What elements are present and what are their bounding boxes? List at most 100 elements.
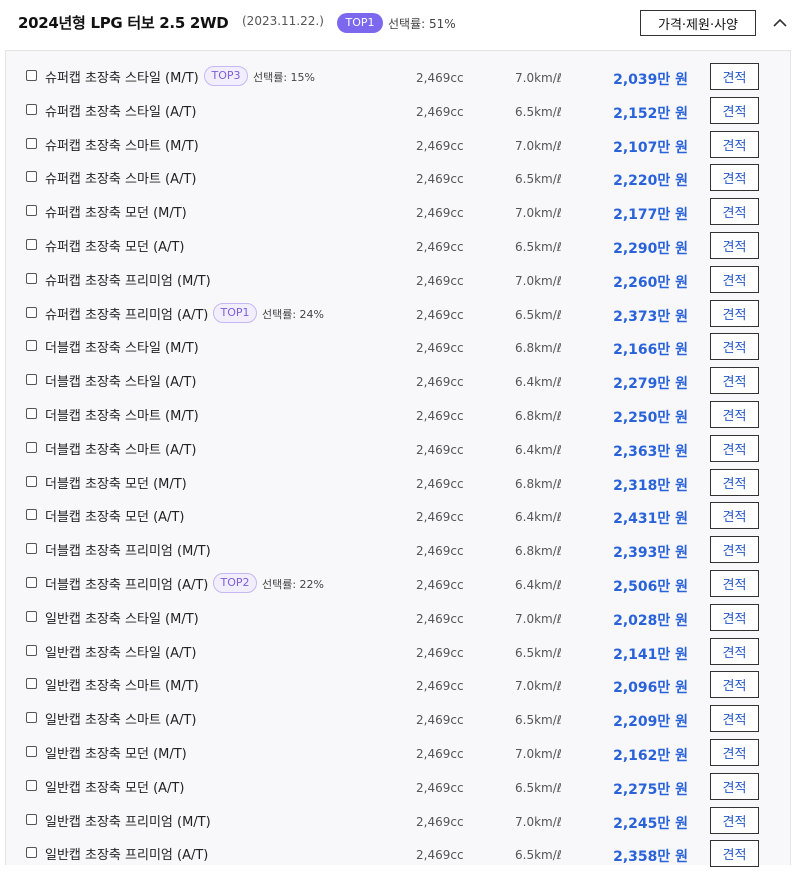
trim-name[interactable]: 더블캡 초장축 모던 (A/T)	[45, 506, 184, 525]
checkbox-icon[interactable]	[26, 306, 37, 318]
trim-name[interactable]: 슈퍼캡 초장축 스마트 (A/T)	[45, 168, 196, 187]
trim-price[interactable]: 2,245만 원	[608, 813, 688, 833]
trim-price[interactable]: 2,250만 원	[608, 407, 688, 427]
quote-button[interactable]: 견적	[710, 502, 759, 530]
quote-button[interactable]: 견적	[710, 570, 759, 597]
quote-button[interactable]: 견적	[710, 468, 759, 496]
quote-button[interactable]: 견적	[710, 232, 759, 259]
price-spec-button[interactable]: 가격·제원·사양	[640, 10, 756, 36]
trim-price[interactable]: 2,162만 원	[608, 745, 688, 765]
trim-price[interactable]: 2,177만 원	[608, 204, 688, 224]
checkbox-icon[interactable]	[26, 340, 37, 352]
checkbox-icon[interactable]	[26, 678, 37, 690]
checkbox-icon[interactable]	[26, 205, 37, 217]
trim-name[interactable]: 일반캡 초장축 스마트 (M/T)	[45, 675, 199, 694]
quote-button[interactable]: 견적	[710, 637, 759, 665]
checkbox-icon[interactable]	[26, 239, 37, 250]
trim-name[interactable]: 슈퍼캡 초장축 모던 (M/T)	[45, 202, 187, 221]
checkbox-icon[interactable]	[26, 813, 37, 825]
trim-price[interactable]: 2,166만 원	[608, 339, 688, 359]
trim-price[interactable]: 2,275만 원	[608, 779, 688, 799]
trim-name[interactable]: 더블캡 초장축 프리미엄 (M/T)	[45, 540, 211, 559]
checkbox-icon[interactable]	[26, 712, 37, 724]
selection-rate: 선택률: 15%	[253, 71, 316, 84]
trim-name[interactable]: 더블캡 초장축 모던 (M/T)	[45, 473, 187, 492]
trim-name[interactable]: 일반캡 초장축 프리미엄 (A/T)	[45, 844, 208, 863]
trim-name[interactable]: 슈퍼캡 초장축 모던 (A/T)	[45, 236, 184, 255]
checkbox-icon[interactable]	[26, 847, 37, 859]
trim-price[interactable]: 2,220만 원	[608, 170, 688, 190]
checkbox-icon[interactable]	[26, 70, 37, 81]
trim-name[interactable]: 슈퍼캡 초장축 스마트 (M/T)	[45, 135, 199, 154]
checkbox-icon[interactable]	[26, 509, 37, 521]
quote-button[interactable]: 견적	[710, 164, 759, 192]
trim-name[interactable]: 더블캡 초장축 프리미엄 (A/T)	[45, 574, 208, 593]
trim-name[interactable]: 슈퍼캡 초장축 스타일 (A/T)	[45, 101, 196, 120]
checkbox-icon[interactable]	[26, 171, 37, 183]
fuel-efficiency: 7.0km/ℓ	[515, 611, 562, 626]
trim-name[interactable]: 일반캡 초장축 모던 (A/T)	[45, 777, 184, 796]
trim-name[interactable]: 슈퍼캡 초장축 프리미엄 (M/T)	[45, 270, 211, 289]
quote-button[interactable]: 견적	[710, 63, 759, 90]
trim-name[interactable]: 더블캡 초장축 스타일 (M/T)	[45, 337, 199, 356]
checkbox-icon[interactable]	[26, 543, 37, 555]
quote-button[interactable]: 견적	[710, 840, 759, 868]
quote-button[interactable]: 견적	[710, 198, 759, 226]
trim-name[interactable]: 더블캡 초장축 스마트 (M/T)	[45, 405, 199, 424]
checkbox-icon[interactable]	[26, 408, 37, 419]
quote-button[interactable]: 견적	[710, 772, 759, 800]
checkbox-icon[interactable]	[26, 746, 37, 757]
trim-price[interactable]: 2,152만 원	[608, 103, 688, 123]
trim-name[interactable]: 슈퍼캡 초장축 스타일 (M/T)	[45, 67, 199, 86]
quote-button[interactable]: 견적	[710, 671, 759, 699]
checkbox-icon[interactable]	[26, 441, 37, 453]
trim-price[interactable]: 2,393만 원	[608, 542, 688, 562]
trim-price[interactable]: 2,373만 원	[608, 306, 688, 326]
trim-price[interactable]: 2,141만 원	[608, 644, 688, 664]
trim-price[interactable]: 2,209만 원	[608, 711, 688, 731]
trim-name[interactable]: 일반캡 초장축 프리미엄 (M/T)	[45, 811, 211, 830]
trim-name[interactable]: 일반캡 초장축 스타일 (M/T)	[45, 608, 199, 627]
quote-button[interactable]: 견적	[710, 333, 759, 361]
quote-button[interactable]: 견적	[710, 806, 759, 834]
quote-button[interactable]: 견적	[710, 265, 759, 293]
quote-button[interactable]: 견적	[710, 299, 759, 327]
trim-name[interactable]: 더블캡 초장축 스마트 (A/T)	[45, 439, 196, 458]
trim-price[interactable]: 2,028만 원	[608, 610, 688, 630]
trim-price[interactable]: 2,358만 원	[608, 846, 688, 866]
checkbox-icon[interactable]	[26, 374, 37, 386]
checkbox-icon[interactable]	[26, 779, 37, 791]
quote-button[interactable]: 견적	[710, 536, 759, 564]
trim-price[interactable]: 2,290만 원	[608, 238, 688, 258]
checkbox-icon[interactable]	[26, 577, 37, 588]
trim-name[interactable]: 일반캡 초장축 스타일 (A/T)	[45, 642, 196, 661]
checkbox-icon[interactable]	[26, 137, 37, 149]
checkbox-icon[interactable]	[26, 272, 37, 284]
quote-button[interactable]: 견적	[710, 603, 759, 631]
trim-price[interactable]: 2,506만 원	[608, 576, 688, 596]
trim-price[interactable]: 2,318만 원	[608, 475, 688, 495]
checkbox-icon[interactable]	[26, 644, 37, 656]
trim-name[interactable]: 일반캡 초장축 스마트 (A/T)	[45, 709, 196, 728]
trim-name[interactable]: 더블캡 초장축 스타일 (A/T)	[45, 371, 196, 390]
trim-price[interactable]: 2,096만 원	[608, 677, 688, 697]
quote-button[interactable]: 견적	[710, 739, 759, 766]
quote-button[interactable]: 견적	[710, 705, 759, 733]
trim-name[interactable]: 일반캡 초장축 모던 (M/T)	[45, 743, 187, 762]
quote-button[interactable]: 견적	[710, 96, 759, 124]
checkbox-icon[interactable]	[26, 475, 37, 487]
trim-price[interactable]: 2,431만 원	[608, 508, 688, 528]
chevron-up-icon[interactable]	[770, 13, 790, 33]
quote-button[interactable]: 견적	[710, 130, 759, 158]
trim-price[interactable]: 2,260만 원	[608, 272, 688, 292]
checkbox-icon[interactable]	[26, 610, 37, 622]
trim-price[interactable]: 2,363만 원	[608, 441, 688, 461]
trim-price[interactable]: 2,279만 원	[608, 373, 688, 393]
trim-price[interactable]: 2,107만 원	[608, 137, 688, 157]
quote-button[interactable]: 견적	[710, 367, 759, 395]
quote-button[interactable]: 견적	[710, 434, 759, 462]
trim-price[interactable]: 2,039만 원	[608, 69, 688, 89]
trim-name[interactable]: 슈퍼캡 초장축 프리미엄 (A/T)	[45, 304, 208, 323]
checkbox-icon[interactable]	[26, 103, 37, 115]
quote-button[interactable]: 견적	[710, 401, 759, 428]
